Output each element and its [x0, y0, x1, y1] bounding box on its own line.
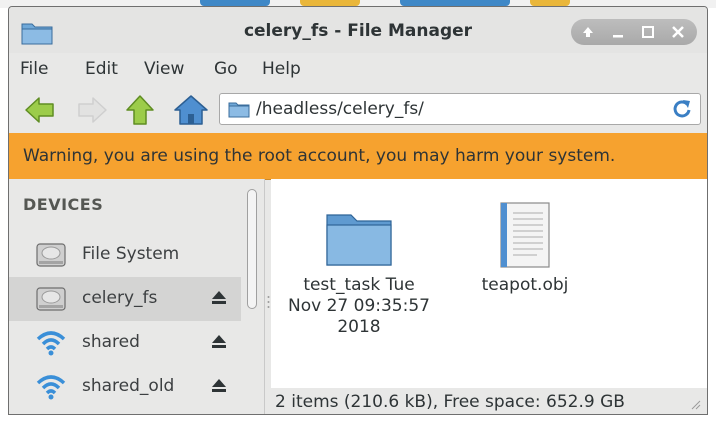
file-name: test_task Tue	[303, 275, 415, 295]
network-icon	[36, 375, 66, 400]
eject-icon[interactable]	[211, 378, 227, 394]
sidebar-item-label: shared	[82, 332, 140, 352]
sidebar-item-label: shared_old	[82, 376, 175, 396]
root-warning-banner: Warning, you are using the root account,…	[9, 133, 707, 180]
sidebar-item-label: celery_fs	[82, 288, 158, 308]
close-icon	[672, 26, 684, 38]
maximize-icon	[642, 26, 654, 38]
window-up-button[interactable]	[575, 19, 601, 45]
resize-grip-icon[interactable]	[689, 398, 701, 410]
menu-edit[interactable]: Edit	[85, 59, 118, 79]
window-controls	[571, 19, 697, 45]
sidebar-item-file-system[interactable]: File System	[9, 233, 241, 277]
drive-icon	[36, 287, 66, 311]
arrow-right-icon	[78, 97, 107, 123]
eject-icon[interactable]	[211, 290, 227, 306]
warning-text: Warning, you are using the root account,…	[23, 146, 616, 166]
minimize-button[interactable]	[605, 19, 631, 45]
minimize-icon	[613, 35, 623, 38]
location-path[interactable]: /headless/celery_fs/	[256, 99, 424, 119]
file-item-teapot[interactable]: teapot.obj	[455, 201, 595, 296]
sidebar-item-shared[interactable]: shared	[9, 321, 241, 365]
sidebar: DEVICES File System celery_fs shared sha…	[9, 179, 265, 414]
file-item-test-task[interactable]: test_task Tue Nov 27 09:35:57 2018	[279, 209, 439, 338]
menu-view[interactable]: View	[144, 59, 184, 79]
drive-icon	[36, 243, 66, 267]
menu-help[interactable]: Help	[262, 59, 301, 79]
file-name: 2018	[337, 317, 381, 337]
back-button[interactable]	[23, 93, 57, 127]
file-manager-window: celery_fs - File Manager File Edit View …	[8, 6, 708, 415]
up-button[interactable]	[123, 93, 157, 127]
toolbar: /headless/celery_fs/	[9, 87, 707, 131]
home-button[interactable]	[173, 93, 208, 127]
menu-file[interactable]: File	[20, 59, 48, 79]
location-bar[interactable]: /headless/celery_fs/	[219, 93, 701, 125]
eject-icon[interactable]	[211, 334, 227, 350]
arrow-up-icon	[583, 27, 593, 37]
file-name: Nov 27 09:35:57	[288, 296, 430, 316]
title-bar[interactable]: celery_fs - File Manager	[9, 7, 707, 53]
maximize-button[interactable]	[635, 19, 661, 45]
forward-button[interactable]	[75, 93, 109, 127]
pane-resize-handle[interactable]	[267, 295, 270, 309]
status-text: 2 items (210.6 kB), Free space: 652.9 GB	[275, 392, 625, 412]
file-name: teapot.obj	[481, 275, 569, 295]
home-icon	[174, 95, 208, 125]
menu-go[interactable]: Go	[214, 59, 238, 79]
status-bar: 2 items (210.6 kB), Free space: 652.9 GB	[271, 388, 707, 414]
sidebar-scrollbar[interactable]	[247, 189, 257, 309]
network-icon	[36, 331, 66, 356]
document-icon	[500, 202, 550, 268]
folder-icon	[228, 102, 250, 118]
menu-bar: File Edit View Go Help	[9, 53, 707, 87]
reload-icon[interactable]	[670, 97, 694, 121]
sidebar-heading: DEVICES	[23, 195, 104, 214]
close-button[interactable]	[665, 19, 691, 45]
sidebar-item-label: File System	[82, 244, 180, 264]
sidebar-item-shared-old[interactable]: shared_old	[9, 365, 241, 409]
folder-icon	[326, 214, 392, 266]
arrow-left-icon	[25, 97, 54, 123]
file-view[interactable]: test_task Tue Nov 27 09:35:57 2018 teapo…	[271, 179, 707, 414]
sidebar-item-celery-fs[interactable]: celery_fs	[9, 277, 241, 321]
arrow-up-icon	[126, 95, 154, 125]
